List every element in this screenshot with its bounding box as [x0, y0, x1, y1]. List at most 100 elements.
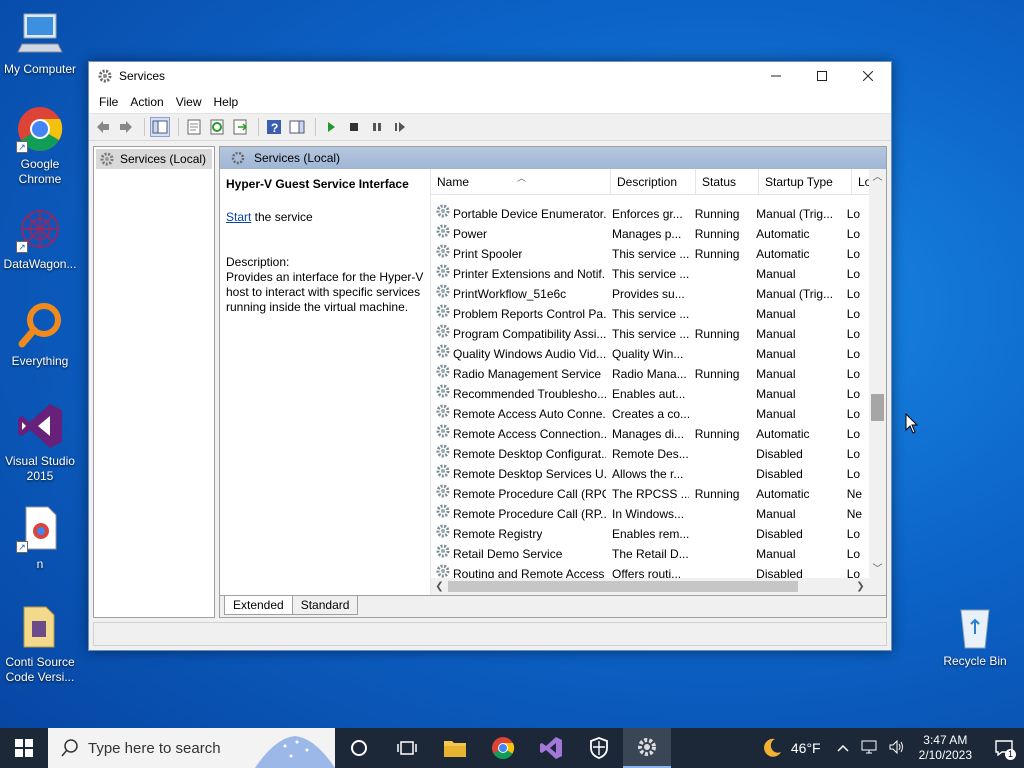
table-row[interactable]: Printer Extensions and Notif... This serv…: [431, 264, 870, 284]
service-gear-icon: [435, 463, 451, 485]
cell-startup-type: Disabled: [756, 527, 803, 541]
cell-startup-type: Manual: [756, 407, 796, 421]
title-bar[interactable]: Services: [89, 62, 891, 90]
volume-icon[interactable]: [889, 739, 905, 757]
taskbar: Type here to search 46°F 3:47 AM 2/10/20…: [0, 728, 1024, 768]
action-pane-icon: [289, 120, 305, 134]
cell-description: This service ...: [612, 307, 689, 321]
table-row[interactable]: Remote Registry Enables rem... Disabled Lo: [431, 524, 870, 544]
table-row[interactable]: Recommended Troublesho... Enables aut... M…: [431, 384, 870, 404]
tab-extended[interactable]: Extended: [224, 596, 293, 615]
taskbar-visual-studio[interactable]: [527, 728, 575, 768]
forward-button[interactable]: [116, 117, 136, 137]
refresh-button[interactable]: [207, 117, 227, 137]
table-row[interactable]: Power Manages p... Running Automatic Lo: [431, 224, 870, 244]
close-button[interactable]: [845, 62, 891, 90]
desktop-icon-n[interactable]: ↗ n: [0, 505, 80, 572]
cortana-button[interactable]: [335, 728, 383, 768]
cell-description: Allows the r...: [612, 467, 684, 481]
table-row[interactable]: Remote Procedure Call (RPC) The RPCSS ...…: [431, 484, 870, 504]
weather-widget[interactable]: 46°F: [761, 737, 821, 759]
cell-name: Radio Management Service: [431, 363, 606, 385]
desktop-icon-my-computer[interactable]: My Computer: [0, 10, 80, 77]
back-button[interactable]: [93, 117, 113, 137]
horizontal-scroll-thumb[interactable]: [448, 581, 798, 592]
cell-name: Remote Procedure Call (RPC): [431, 483, 606, 505]
service-gear-icon: [435, 523, 451, 545]
taskbar-chrome[interactable]: [479, 728, 527, 768]
vertical-scrollbar[interactable]: ︿ ﹀: [869, 169, 886, 578]
table-row[interactable]: Quality Windows Audio Vid... Quality Win.…: [431, 344, 870, 364]
menu-file[interactable]: File: [93, 95, 124, 109]
services-gear-icon: [100, 152, 114, 166]
cell-log-on-as: Lo: [846, 267, 861, 281]
restart-service-button[interactable]: [390, 117, 410, 137]
cell-log-on-as: Ne: [846, 487, 863, 501]
desktop-icon-everything[interactable]: Everything: [0, 302, 80, 369]
properties-button[interactable]: [184, 117, 204, 137]
play-icon: [328, 122, 335, 132]
table-row[interactable]: Portable Device Enumerator... Enforces gr…: [431, 204, 870, 224]
taskbar-windows-security[interactable]: [575, 728, 623, 768]
export-list-button[interactable]: [230, 117, 250, 137]
table-row[interactable]: Remote Procedure Call (RP... In Windows..…: [431, 504, 870, 524]
desktop-icon-label: Google Chrome: [18, 157, 62, 186]
pause-service-button[interactable]: [367, 117, 387, 137]
desktop-icon-recycle-bin[interactable]: Recycle Bin: [935, 602, 1015, 669]
table-row[interactable]: Remote Desktop Configurat... Remote Des..…: [431, 444, 870, 464]
menu-view[interactable]: View: [170, 95, 208, 109]
task-view-button[interactable]: [383, 728, 431, 768]
services-gear-icon: [638, 738, 656, 756]
menu-help[interactable]: Help: [208, 95, 245, 109]
scroll-right-icon[interactable]: ❯: [852, 578, 869, 595]
table-row[interactable]: Remote Desktop Services U... Allows the r…: [431, 464, 870, 484]
clock[interactable]: 3:47 AM 2/10/2023: [919, 733, 972, 763]
cell-description: Provides su...: [612, 287, 685, 301]
horizontal-scrollbar[interactable]: ❮ ❯: [431, 578, 886, 595]
desktop-icon-google-chrome[interactable]: ↗ Google Chrome: [0, 105, 80, 187]
start-button[interactable]: [0, 728, 48, 768]
table-row[interactable]: Problem Reports Control Pa... This servic…: [431, 304, 870, 324]
tab-standard[interactable]: Standard: [291, 596, 359, 615]
table-row[interactable]: PrintWorkflow_51e6c Provides su... Manual …: [431, 284, 870, 304]
cell-description: Remote Des...: [612, 447, 689, 461]
cell-log-on-as: Ne: [846, 507, 863, 521]
column-header-description[interactable]: Description: [611, 169, 696, 194]
cell-description: In Windows...: [612, 507, 685, 521]
minimize-button[interactable]: [753, 62, 799, 90]
service-name: Remote Procedure Call (RP...: [453, 507, 606, 521]
cell-startup-type: Manual (Trig...: [756, 287, 834, 301]
menu-action[interactable]: Action: [124, 95, 169, 109]
table-row[interactable]: Program Compatibility Assi... This servic…: [431, 324, 870, 344]
table-row[interactable]: Radio Management Service Radio Mana... Run…: [431, 364, 870, 384]
network-icon[interactable]: [861, 740, 877, 757]
scroll-left-icon[interactable]: ❮: [431, 578, 448, 595]
cell-startup-type: Automatic: [756, 227, 810, 241]
taskbar-search-box[interactable]: Type here to search: [48, 728, 335, 768]
chevron-up-icon[interactable]: [837, 741, 849, 755]
taskbar-file-explorer[interactable]: [431, 728, 479, 768]
action-center-button[interactable]: 1: [984, 728, 1024, 768]
vertical-scroll-thumb[interactable]: [871, 394, 884, 421]
start-service-link[interactable]: Start: [226, 210, 251, 224]
services-list: Name Description Status Startup Type Lo …: [430, 169, 886, 595]
desktop-icon-datawagon[interactable]: ↗ DataWagon...: [0, 205, 80, 272]
table-row[interactable]: Retail Demo Service The Retail D... Manual…: [431, 544, 870, 564]
show-console-tree-button[interactable]: [150, 117, 170, 137]
scroll-down-icon[interactable]: ﹀: [869, 561, 886, 578]
help-button[interactable]: ?: [264, 117, 284, 137]
table-row[interactable]: Remote Access Auto Conne... Creates a co.…: [431, 404, 870, 424]
table-row[interactable]: Print Spooler This service ... Running Auto…: [431, 244, 870, 264]
maximize-button[interactable]: [799, 62, 845, 90]
start-service-button[interactable]: [321, 117, 341, 137]
scroll-up-icon[interactable]: ︿: [869, 169, 886, 186]
tree-item-services-local[interactable]: Services (Local): [96, 149, 212, 169]
desktop-icon-visual-studio[interactable]: Visual Studio 2015: [0, 402, 80, 484]
stop-service-button[interactable]: [344, 117, 364, 137]
show-action-pane-button[interactable]: [287, 117, 307, 137]
table-row[interactable]: Remote Access Connection... Manages di...…: [431, 424, 870, 444]
taskbar-services[interactable]: [623, 728, 671, 768]
desktop-icon-conti-source[interactable]: Conti Source Code Versi...: [0, 603, 80, 685]
column-header-startup-type[interactable]: Startup Type: [759, 169, 852, 194]
column-header-status[interactable]: Status: [696, 169, 759, 194]
